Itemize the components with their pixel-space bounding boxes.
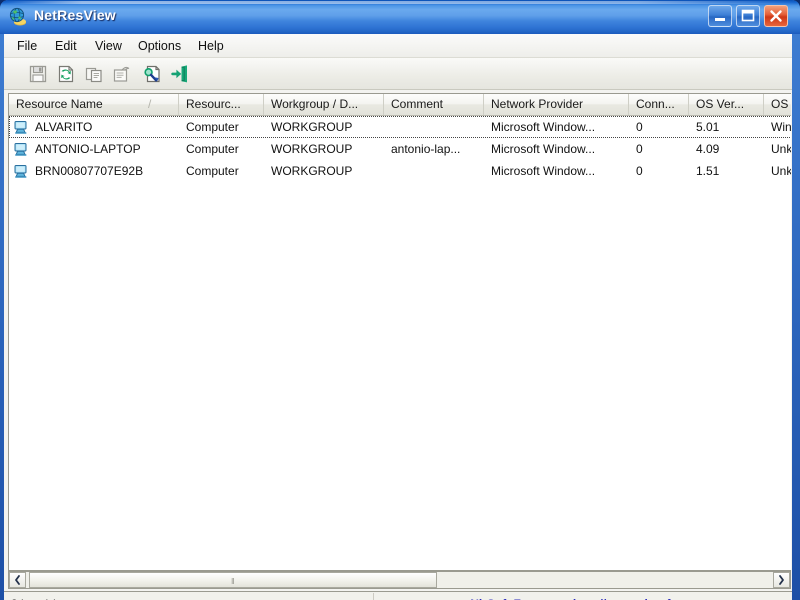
cell-os-version: 4.09 <box>696 142 720 156</box>
column-header-workgroup[interactable]: Workgroup / D... <box>264 94 384 115</box>
minimize-button[interactable] <box>708 5 732 27</box>
cell-os-name: Wind <box>771 120 791 134</box>
cell-workgroup: WORKGROUP <box>271 120 353 134</box>
refresh-icon <box>58 65 74 83</box>
client-area: File Edit View Options Help Resource Nam… <box>4 34 792 600</box>
cell-resource-name: ANTONIO-LAPTOP <box>35 142 141 156</box>
save-button[interactable] <box>26 62 50 86</box>
cell-os-name: Unkn <box>771 142 791 156</box>
cell-resource-name: BRN00807707E92B <box>35 164 144 178</box>
exit-door-icon <box>171 65 187 83</box>
nirsoft-link[interactable]: NirSoft Freeware. http://www.nirsoft.net <box>374 593 792 600</box>
resource-list[interactable]: Resource Name / Resourc... Workgroup / D… <box>8 93 791 571</box>
table-row[interactable]: ALVARITO Computer WORKGROUP Microsoft Wi… <box>9 116 791 138</box>
cell-connections: 0 <box>636 120 643 134</box>
copy-button[interactable] <box>82 62 106 86</box>
column-header-resource-type[interactable]: Resourc... <box>179 94 264 115</box>
horizontal-scrollbar[interactable]: ‖ <box>8 571 791 589</box>
menu-item-view[interactable]: View <box>88 37 129 55</box>
cell-network-provider: Microsoft Window... <box>491 120 596 134</box>
computer-icon <box>13 119 29 135</box>
title-bar[interactable]: NetResView <box>0 0 800 34</box>
column-header-os-version[interactable]: OS Ver... <box>689 94 764 115</box>
column-header-connections[interactable]: Conn... <box>629 94 689 115</box>
window-title: NetResView <box>34 7 116 23</box>
application-window: NetResView File Edit View Options Help R… <box>0 0 800 600</box>
maximize-button[interactable] <box>736 5 760 27</box>
cell-workgroup: WORKGROUP <box>271 142 353 156</box>
scroll-right-arrow-icon[interactable] <box>773 572 790 588</box>
title-bar-highlight <box>3 1 797 4</box>
cell-network-provider: Microsoft Window... <box>491 164 596 178</box>
cell-workgroup: WORKGROUP <box>271 164 353 178</box>
find-button[interactable] <box>140 62 164 86</box>
cell-comment: antonio-lap... <box>391 142 461 156</box>
cell-connections: 0 <box>636 164 643 178</box>
table-row[interactable]: ANTONIO-LAPTOP Computer WORKGROUP antoni… <box>9 138 791 160</box>
sort-ascending-indicator: / <box>148 97 152 111</box>
exit-button[interactable] <box>168 62 192 86</box>
menu-item-options[interactable]: Options <box>131 37 188 55</box>
cell-resource-type: Computer <box>186 164 239 178</box>
cell-os-version: 1.51 <box>696 164 720 178</box>
scrollbar-thumb[interactable]: ‖ <box>29 572 437 588</box>
column-header-os-name[interactable]: OS N <box>764 94 791 115</box>
status-bar: 3 item(s) NirSoft Freeware. http://www.n… <box>4 591 792 600</box>
cell-resource-type: Computer <box>186 120 239 134</box>
toolbar <box>4 58 792 90</box>
scrollbar-grip: ‖ <box>231 577 235 586</box>
cell-os-name: Unkn <box>771 164 791 178</box>
item-count-status: 3 item(s) <box>4 593 374 600</box>
cell-resource-type: Computer <box>186 142 239 156</box>
cell-comment <box>391 116 484 138</box>
menu-bar: File Edit View Options Help <box>4 34 792 58</box>
find-magnifier-icon <box>144 65 160 83</box>
menu-item-help[interactable]: Help <box>191 37 231 55</box>
close-button[interactable] <box>764 5 788 27</box>
cell-resource-name: ALVARITO <box>35 120 93 134</box>
cell-comment <box>391 160 484 182</box>
computer-icon <box>13 163 29 179</box>
copy-icon <box>85 67 102 83</box>
cell-network-provider: Microsoft Window... <box>491 142 596 156</box>
globe-network-icon <box>8 7 28 27</box>
list-header-row: Resource Name / Resourc... Workgroup / D… <box>9 94 791 116</box>
cell-connections: 0 <box>636 142 643 156</box>
refresh-button[interactable] <box>54 62 78 86</box>
cell-os-version: 5.01 <box>696 120 720 134</box>
column-header-resource-name[interactable]: Resource Name <box>9 94 179 115</box>
menu-item-file[interactable]: File <box>10 37 44 55</box>
properties-icon <box>113 66 130 82</box>
menu-item-edit[interactable]: Edit <box>48 37 84 55</box>
column-header-network-provider[interactable]: Network Provider <box>484 94 629 115</box>
scroll-left-arrow-icon[interactable] <box>9 572 26 588</box>
table-row[interactable]: BRN00807707E92B Computer WORKGROUP Micro… <box>9 160 791 182</box>
floppy-disk-icon <box>29 65 47 83</box>
computer-icon <box>13 141 29 157</box>
column-header-comment[interactable]: Comment <box>384 94 484 115</box>
properties-button[interactable] <box>110 62 134 86</box>
